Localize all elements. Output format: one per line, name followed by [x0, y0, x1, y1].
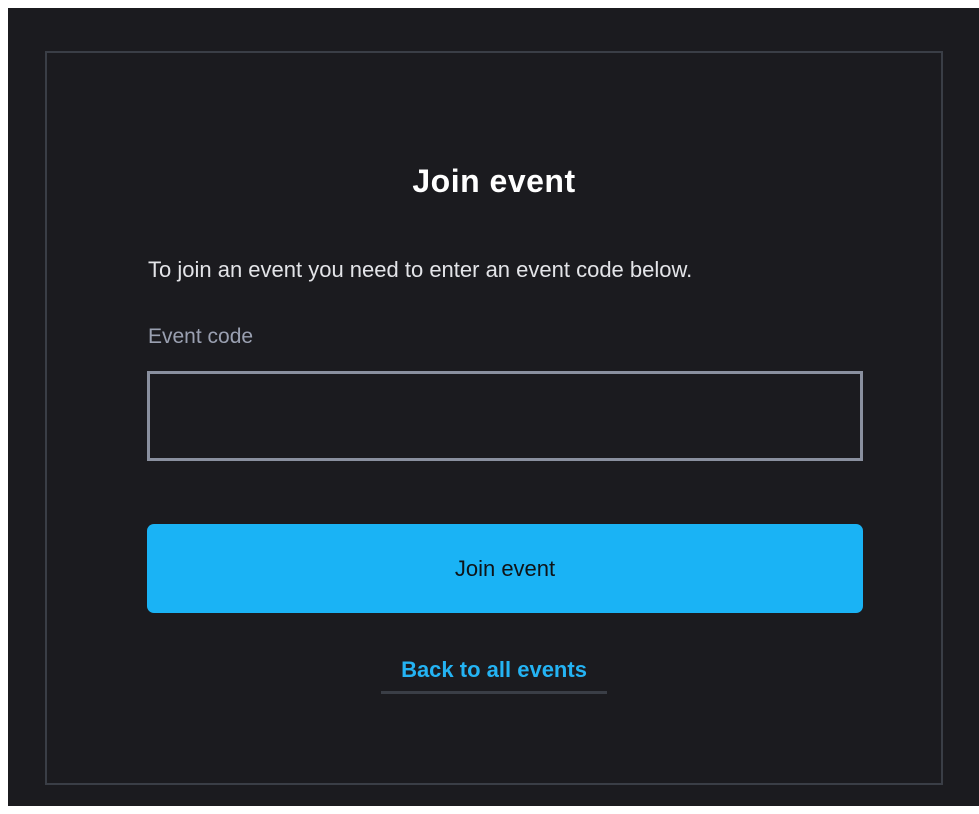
join-event-button[interactable]: Join event [147, 524, 863, 613]
page-title: Join event [412, 163, 576, 199]
instructions-text: To join an event you need to enter an ev… [148, 257, 693, 282]
event-code-label: Event code [148, 325, 254, 348]
join-event-card: Join event To join an event you need to … [45, 51, 943, 785]
event-code-input[interactable] [147, 371, 863, 461]
back-to-all-events-link[interactable]: Back to all events [381, 657, 607, 694]
app-screen: Join event To join an event you need to … [8, 8, 979, 806]
